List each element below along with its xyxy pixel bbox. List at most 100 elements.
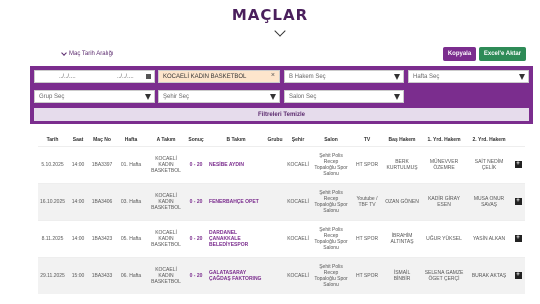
col-hall[interactable]: Salon — [311, 134, 351, 146]
cell-score: 0 - 20 — [185, 256, 208, 294]
score-b: 20 — [196, 235, 203, 242]
cell-date: 29.11.2025 — [38, 256, 68, 294]
cell-team-b[interactable]: FENERBAHÇE OPET — [207, 182, 266, 220]
date-end-input[interactable]: ../../.... — [117, 74, 134, 80]
group-select[interactable]: Grup Seç — [34, 90, 155, 103]
cell-expand[interactable]: + — [511, 219, 526, 257]
col-time[interactable]: Saat — [67, 134, 89, 146]
cell-score: 0 - 20 — [185, 182, 208, 220]
referee-select-placeholder: B Hakem Seç — [289, 73, 326, 80]
cell-hall: Şehit Polis Recep Topaloğlu Spor Salonu — [311, 145, 352, 183]
cell-tv: HT SPOR — [351, 256, 384, 294]
cell-time: 14:00 — [67, 182, 90, 220]
col-city[interactable]: Şehir — [285, 134, 311, 146]
cell-head-ref: İBRAHİM ALTINTAŞ — [383, 219, 422, 257]
cell-ref1: SELENA GAMZE ÖGET ÇERÇİ — [421, 256, 468, 294]
col-week[interactable]: Hafta — [115, 134, 147, 146]
clear-team-icon[interactable]: × — [271, 72, 275, 79]
cell-ref2: MUSA ONUR SAVAŞ — [467, 182, 512, 220]
cell-team-a: KOCAELİ KADIN BASKETBOL — [147, 219, 186, 257]
cell-date: 8.11.2025 — [38, 219, 68, 257]
cell-city: KOCAELİ — [285, 145, 312, 183]
col-match-no[interactable]: Maç No — [89, 134, 115, 146]
cell-ref1: UĞUR YÜKSEL — [421, 219, 468, 257]
chevron-down-icon — [61, 50, 67, 56]
week-select[interactable]: Hafta Seç — [408, 70, 529, 83]
cell-city: KOCAELİ — [285, 256, 312, 294]
date-range-toggle[interactable]: Maç Tarih Aralığı — [61, 50, 114, 57]
page-title: MAÇLAR — [231, 6, 309, 24]
cell-ref1: KADİR GİRAY ESEN — [421, 182, 468, 220]
cell-group — [265, 145, 286, 183]
cell-ref2: BURAK AKTAŞ — [467, 256, 512, 294]
cell-time: 15:00 — [67, 256, 90, 294]
cell-hall: Şehit Polis Recep Topaloğlu Spor Salonu — [311, 256, 352, 294]
cell-time: 14:00 — [67, 145, 90, 183]
col-team-a[interactable]: A Takım — [147, 134, 185, 146]
team-select[interactable]: KOCAELİ KADIN BASKETBOL × — [158, 70, 280, 83]
export-excel-button[interactable]: Excel'e Aktar — [479, 47, 526, 61]
col-tv[interactable]: TV — [351, 134, 383, 146]
cell-team-b[interactable]: DARDANEL ÇANAKKALE BELEDİYESPOR — [207, 219, 266, 257]
col-ref1[interactable]: 1. Yrd. Hakem — [421, 134, 467, 146]
cell-city: KOCAELİ — [285, 182, 312, 220]
cell-tv: Youtube / TBF TV — [351, 182, 384, 220]
table-row: 29.11.2025 15:00 1BA3433 06. Hafta KOCAE… — [38, 256, 526, 294]
cell-expand[interactable]: + — [511, 182, 526, 220]
score-a: 0 — [189, 198, 193, 205]
dropdown-arrow-icon — [145, 94, 151, 100]
cell-hall: Şehit Polis Recep Topaloğlu Spor Salonu — [311, 219, 352, 257]
cell-team-a: KOCAELİ KADIN BASKETBOL — [147, 256, 186, 294]
team-select-value: KOCAELİ KADIN BASKETBOL — [163, 73, 247, 80]
table-row: 5.10.2025 14:00 1BA3397 01. Hafta KOCAEL… — [38, 145, 526, 183]
dropdown-arrow-icon — [394, 74, 400, 80]
table-row: 16.10.2025 14:00 1BA3406 03. Hafta KOCAE… — [38, 182, 526, 220]
cell-match-no: 1BA3433 — [89, 256, 116, 294]
expand-icon[interactable]: + — [514, 235, 522, 242]
copy-button[interactable]: Kopyala — [443, 47, 476, 61]
cell-time: 14:00 — [67, 219, 90, 257]
clear-filters-button[interactable]: Filtreleri Temizle — [34, 108, 529, 121]
calendar-icon[interactable] — [146, 74, 151, 79]
cell-group — [265, 256, 286, 294]
cell-group — [265, 219, 286, 257]
cell-date: 16.10.2025 — [38, 182, 68, 220]
score-a: 0 — [189, 272, 193, 279]
matches-table: Tarih Saat Maç No Hafta A Takım Sonuç B … — [38, 134, 526, 294]
cell-match-no: 1BA3397 — [89, 145, 116, 183]
expand-icon[interactable]: + — [514, 161, 522, 168]
dropdown-arrow-icon — [270, 94, 276, 100]
cell-ref1: MÜNEVVER ÖZEMRE — [421, 145, 468, 183]
cell-expand[interactable]: + — [511, 145, 526, 183]
cell-expand[interactable]: + — [511, 256, 526, 294]
col-team-b[interactable]: B Takım — [207, 134, 265, 146]
cell-date: 5.10.2025 — [38, 145, 68, 183]
col-date[interactable]: Tarih — [38, 134, 67, 146]
col-score[interactable]: Sonuç — [185, 134, 207, 146]
hall-select-placeholder: Salon Seç — [289, 93, 317, 100]
cell-week: 06. Hafta — [115, 256, 148, 294]
cell-head-ref: OZAN GÖNEN — [383, 182, 422, 220]
cell-week: 05. Hafta — [115, 219, 148, 257]
cell-hall: Şehit Polis Recep Topaloğlu Spor Salonu — [311, 182, 352, 220]
cell-team-b[interactable]: NESİBE AYDIN — [207, 145, 266, 183]
referee-select[interactable]: B Hakem Seç — [284, 70, 404, 83]
city-select[interactable]: Şehir Seç — [158, 90, 280, 103]
cell-ref2: SAİT NEDİM ÇELİK — [467, 145, 512, 183]
score-b: 20 — [196, 272, 203, 279]
date-start-input[interactable]: ../../.... — [59, 74, 76, 80]
hall-select[interactable]: Salon Seç — [284, 90, 404, 103]
col-ref2[interactable]: 2. Yrd. Hakem — [467, 134, 511, 146]
cell-team-b[interactable]: GALATASARAY ÇAĞDAŞ FAKTORING — [207, 256, 266, 294]
cell-group — [265, 182, 286, 220]
expand-icon[interactable]: + — [514, 272, 522, 280]
col-group[interactable]: Grubu — [265, 134, 285, 146]
cell-week: 01. Hafta — [115, 145, 148, 183]
cell-team-a: KOCAELİ KADIN BASKETBOL — [147, 145, 186, 183]
col-head-ref[interactable]: Baş Hakem — [383, 134, 421, 146]
date-range-input[interactable]: ../../.... ../../.... — [34, 70, 155, 83]
score-a: 0 — [189, 161, 193, 168]
cell-match-no: 1BA3423 — [89, 219, 116, 257]
expand-icon[interactable]: + — [514, 198, 522, 205]
score-b: 20 — [196, 161, 203, 168]
